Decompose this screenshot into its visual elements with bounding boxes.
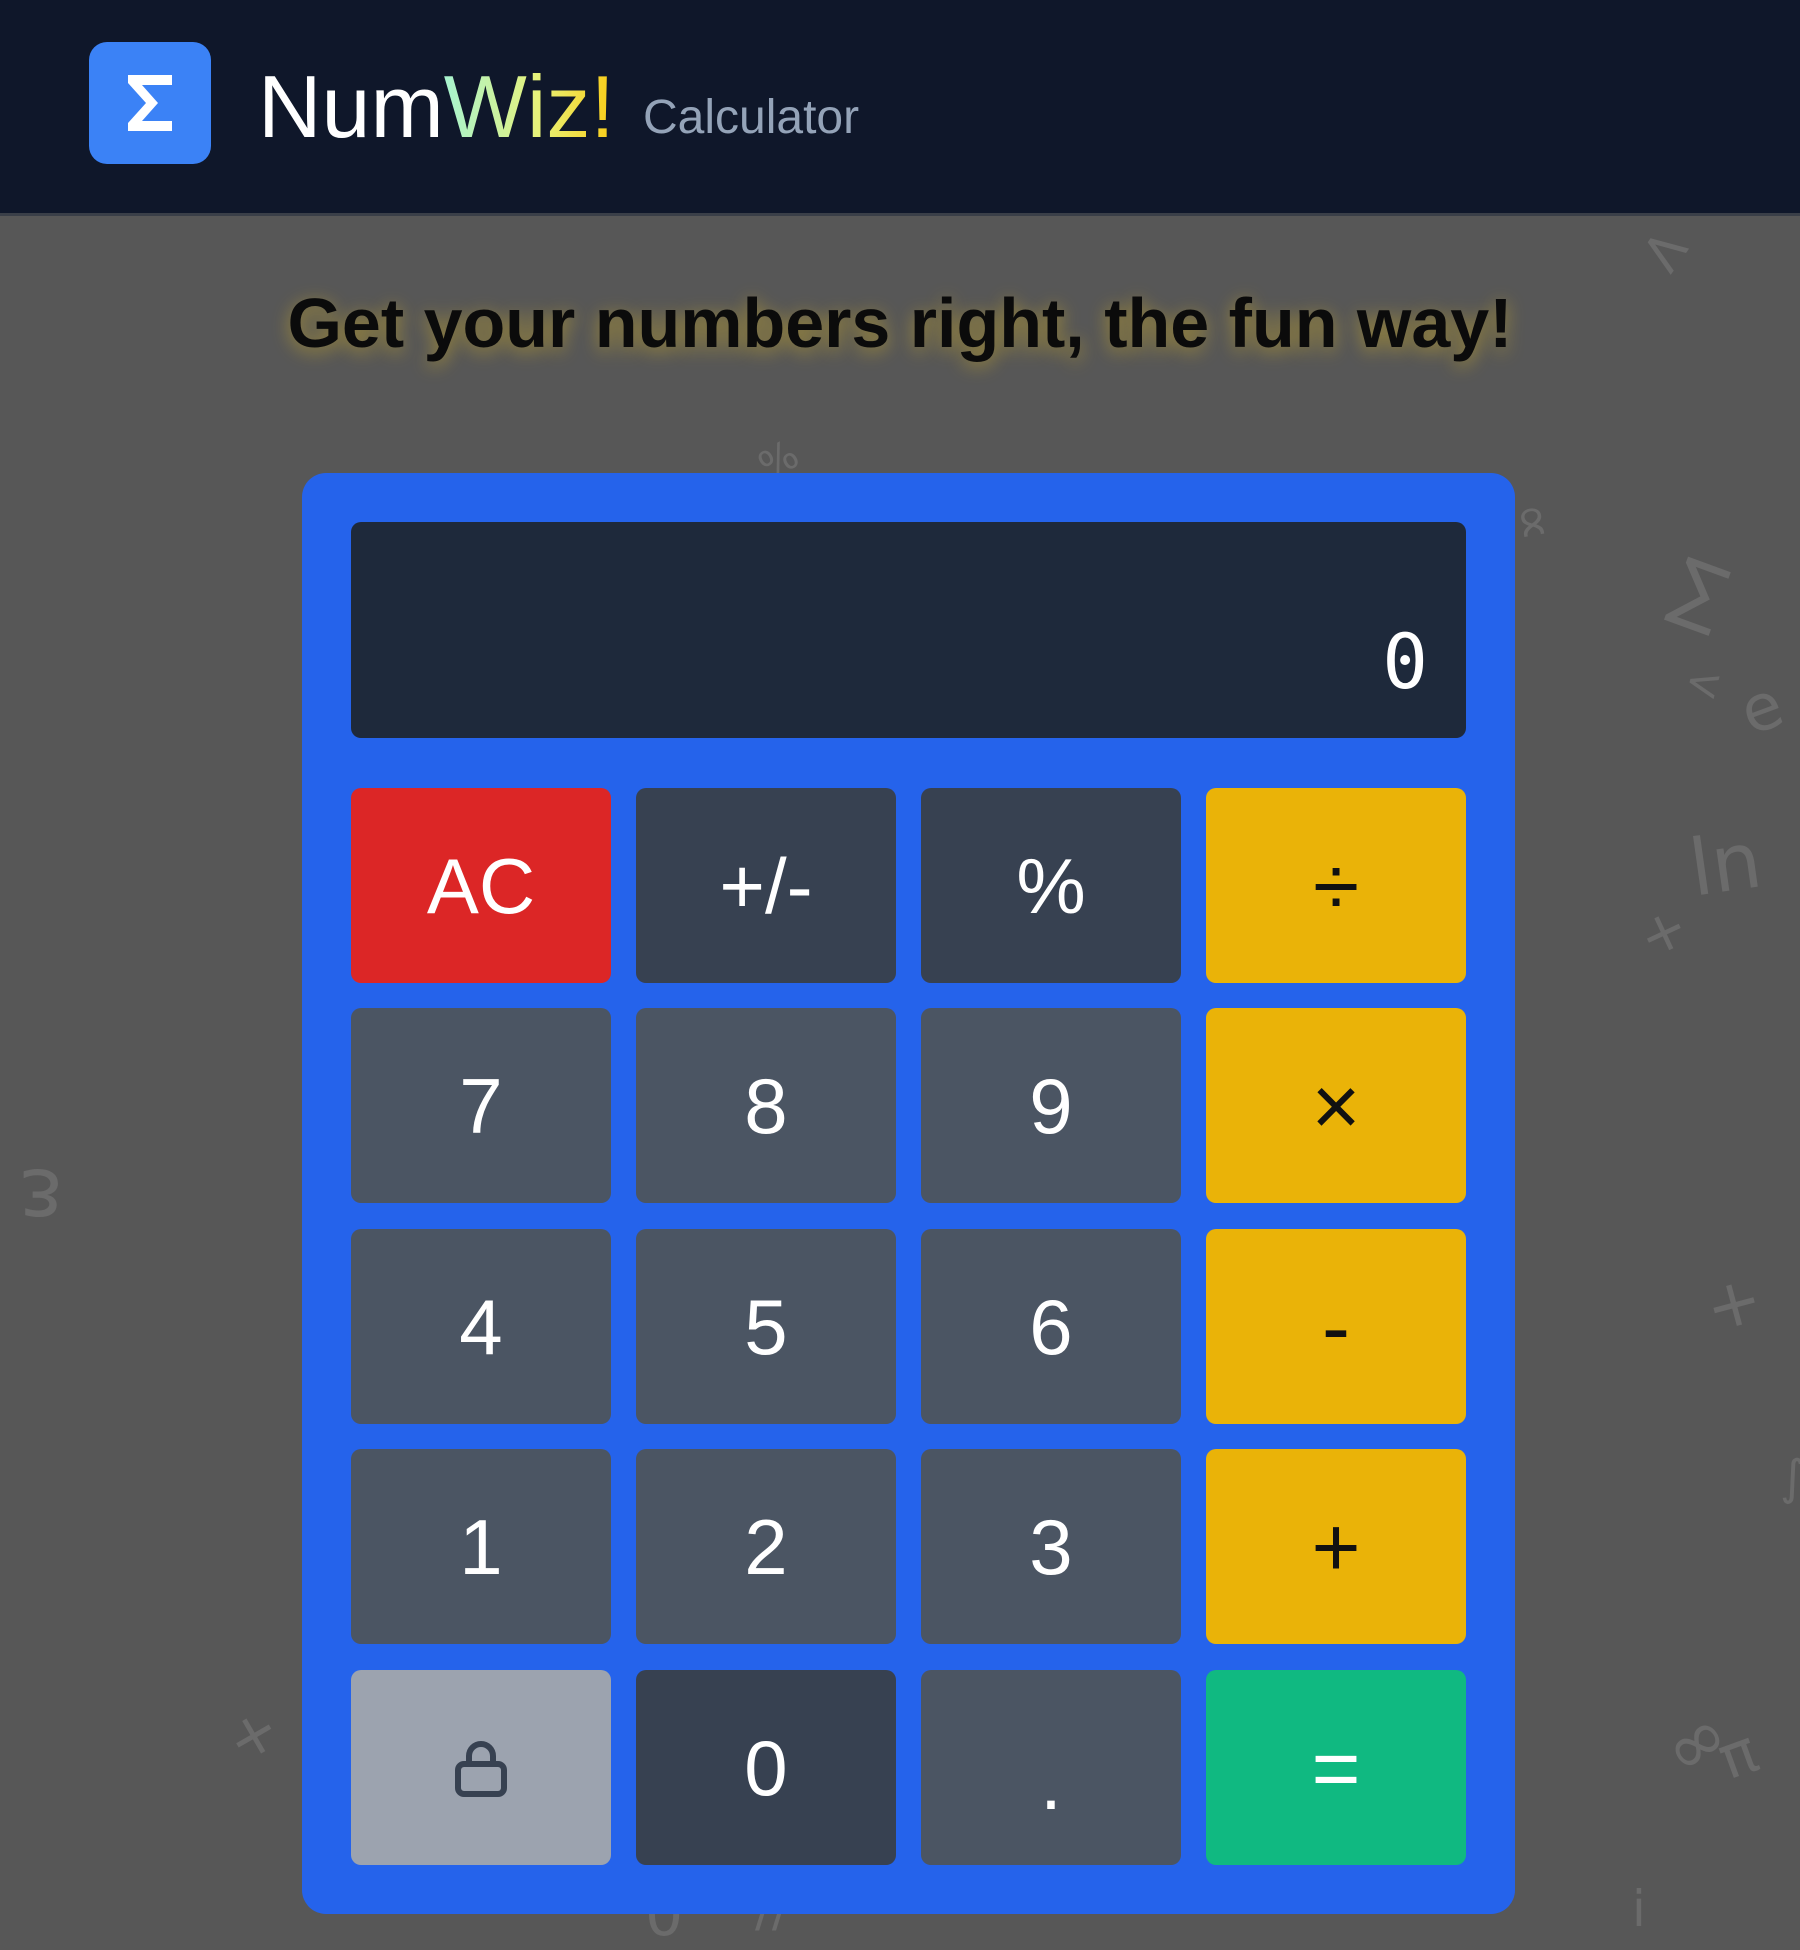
digit-2-label: 2 (744, 1502, 788, 1591)
digit-3-label: 3 (1029, 1502, 1073, 1591)
add-label: + (1311, 1499, 1361, 1594)
bg-symbol: i (1632, 1880, 1646, 1938)
digit-0-button[interactable]: 0 (636, 1670, 896, 1865)
bg-symbol: ε (18, 1150, 64, 1248)
digit-9-button[interactable]: 9 (921, 1008, 1181, 1203)
digit-7-button[interactable]: 7 (351, 1008, 611, 1203)
digit-5-label: 5 (744, 1282, 788, 1371)
header-subtitle: Calculator (643, 91, 860, 144)
digit-6-label: 6 (1029, 1282, 1073, 1371)
percent-button[interactable]: % (921, 788, 1181, 983)
bg-symbol: + (1696, 1259, 1771, 1348)
lock-button[interactable] (351, 1670, 611, 1865)
bg-symbol: ∞ (1645, 1690, 1746, 1796)
digit-8-button[interactable]: 8 (636, 1008, 896, 1203)
bg-symbol: < (1679, 654, 1728, 713)
display-value: 0 (1382, 617, 1428, 706)
digit-7-label: 7 (459, 1061, 503, 1150)
sigma-icon (128, 75, 172, 131)
add-button[interactable]: + (1206, 1449, 1466, 1644)
divide-label: ÷ (1312, 838, 1360, 933)
brand-name-part2: Wiz! (443, 57, 615, 156)
tagline: Get your numbers right, the fun way! (287, 284, 1513, 362)
digit-3-button[interactable]: 3 (921, 1449, 1181, 1644)
logo[interactable] (89, 42, 211, 164)
bg-symbol: + (213, 1692, 293, 1778)
brand-name: NumWiz! (258, 52, 615, 162)
brand-name-part1: Num (258, 57, 444, 156)
equals-label: = (1311, 1720, 1361, 1815)
clear-button-label: AC (426, 841, 536, 930)
lock-icon (455, 1740, 507, 1797)
digit-2-button[interactable]: 2 (636, 1449, 896, 1644)
bg-symbol: + (1628, 893, 1699, 972)
sign-toggle-label: +/- (719, 841, 813, 930)
bg-symbol: ∑ (1661, 542, 1739, 640)
digit-0-label: 0 (744, 1723, 788, 1812)
digit-9-label: 9 (1029, 1061, 1073, 1150)
digit-1-button[interactable]: 1 (351, 1449, 611, 1644)
multiply-button[interactable]: × (1206, 1008, 1466, 1203)
digit-1-label: 1 (459, 1502, 503, 1591)
bg-symbol: π (1709, 1715, 1768, 1795)
digit-5-button[interactable]: 5 (636, 1229, 896, 1424)
subtract-button[interactable]: - (1206, 1229, 1466, 1424)
equals-button[interactable]: = (1206, 1670, 1466, 1865)
decimal-button[interactable]: . (921, 1670, 1181, 1865)
bg-symbol: ln (1684, 815, 1768, 915)
percent-label: % (1016, 841, 1086, 930)
multiply-label: × (1311, 1058, 1361, 1153)
digit-4-label: 4 (459, 1282, 503, 1371)
calculator: 0 AC +/- % ÷ 7 8 9 × 4 5 6 - 1 2 3 + 0 .… (302, 473, 1515, 1914)
bg-symbol: e (1730, 667, 1793, 751)
app-header: NumWiz! Calculator (0, 0, 1800, 216)
bg-symbol: ∫ (1780, 1450, 1800, 1506)
clear-button[interactable]: AC (351, 788, 611, 983)
sign-toggle-button[interactable]: +/- (636, 788, 896, 983)
divide-button[interactable]: ÷ (1206, 788, 1466, 983)
digit-4-button[interactable]: 4 (351, 1229, 611, 1424)
decimal-label: . (1040, 1737, 1062, 1826)
subtract-label: - (1322, 1279, 1350, 1374)
digit-6-button[interactable]: 6 (921, 1229, 1181, 1424)
digit-8-label: 8 (744, 1061, 788, 1150)
calculator-display: 0 (351, 522, 1466, 738)
